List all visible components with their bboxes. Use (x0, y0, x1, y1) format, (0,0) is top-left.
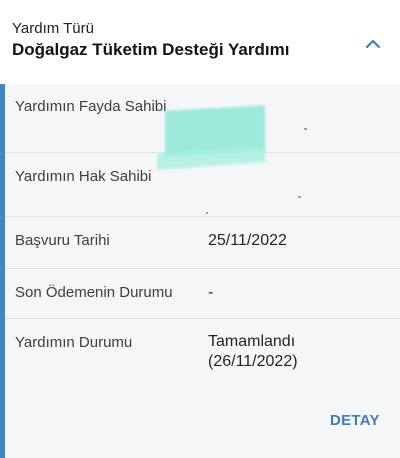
detail-button[interactable]: DETAY (330, 412, 380, 429)
card-header[interactable]: Yardım Türü Doğalgaz Tüketim Desteği Yar… (0, 0, 400, 85)
detail-row-status: Yardımın Durumu Tamamlandı (26/11/2022) (5, 318, 400, 390)
aid-type-value: Doğalgaz Tüketim Desteği Yardımı (12, 40, 290, 59)
beneficiary-label: Yardımın Fayda Sahibi (15, 98, 167, 115)
last-payment-value: - (208, 284, 214, 301)
aid-card: Yardım Türü Doğalgaz Tüketim Desteği Yar… (0, 0, 400, 458)
redacted-value-fragment (206, 212, 208, 214)
aid-type-label: Yardım Türü (12, 20, 94, 37)
application-date-label: Başvuru Tarihi (15, 232, 110, 249)
detail-row-application-date: Başvuru Tarihi 25/11/2022 (5, 216, 400, 269)
application-date-value: 25/11/2022 (208, 232, 287, 249)
status-date: (26/11/2022) (208, 353, 298, 370)
chevron-up-icon[interactable] (362, 34, 384, 54)
status-label: Yardımın Durumu (15, 334, 133, 351)
redacted-value-fragment (304, 128, 307, 130)
last-payment-label: Son Ödemenin Durumu (15, 284, 173, 301)
redacted-value-fragment (298, 196, 301, 198)
status-value: Tamamlandı (208, 333, 296, 350)
detail-row-last-payment: Son Ödemenin Durumu - (5, 268, 400, 319)
entitled-label: Yardımın Hak Sahibi (15, 168, 152, 185)
